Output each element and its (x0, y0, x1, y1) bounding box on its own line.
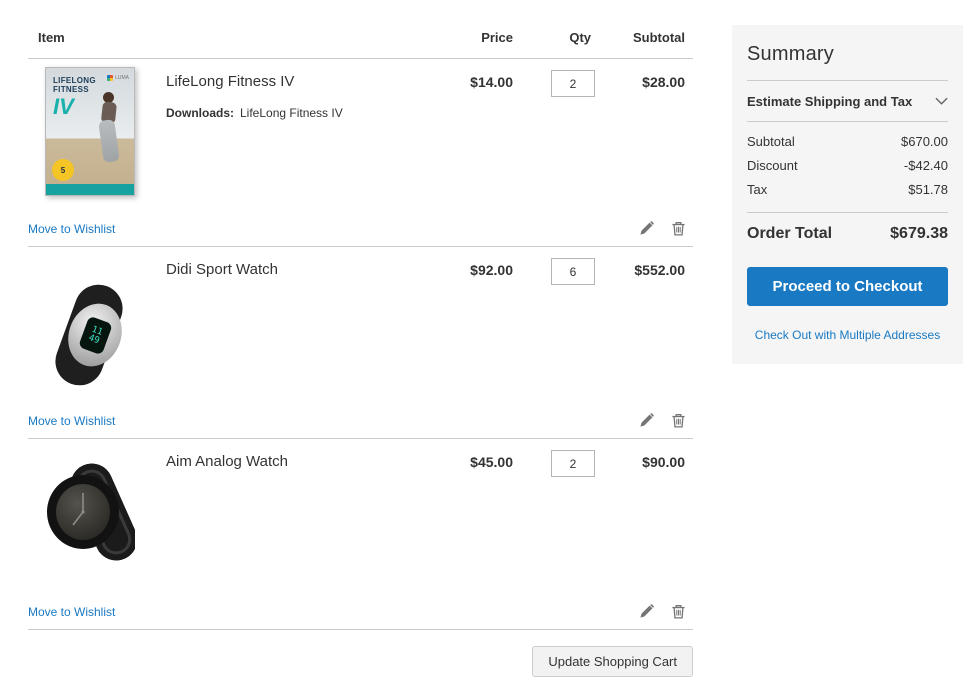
chevron-down-icon (935, 92, 948, 110)
summary-title: Summary (747, 43, 834, 65)
tax-row: Tax $51.78 (747, 182, 948, 197)
move-to-wishlist-link[interactable]: Move to Wishlist (28, 222, 115, 236)
discount-value: -$42.40 (903, 158, 948, 173)
qty-input[interactable] (551, 70, 595, 97)
item-price: $14.00 (470, 74, 513, 90)
edit-item-icon[interactable] (639, 604, 654, 619)
item-subtotal: $552.00 (634, 262, 685, 278)
option-label: Downloads: (166, 106, 234, 120)
dvd-badge: 5 (52, 159, 74, 181)
watch-hands (72, 493, 85, 526)
sport-watch-art: 11 49 (45, 281, 135, 389)
estimate-shipping-toggle[interactable]: Estimate Shipping and Tax (747, 80, 948, 122)
product-image-didi-sport-watch: 11 49 (28, 255, 166, 409)
item-subtotal: $28.00 (642, 74, 685, 90)
order-total-row: Order Total $679.38 (747, 212, 948, 245)
discount-row: Discount -$42.40 (747, 158, 948, 173)
order-summary-panel: Summary Estimate Shipping and Tax Subtot… (732, 25, 963, 364)
remove-item-icon[interactable] (671, 221, 686, 236)
totals-table: Subtotal $670.00 Discount -$42.40 Tax $5… (747, 122, 948, 212)
item-subtotal: $90.00 (642, 454, 685, 470)
dvd-title-text: LIFELONG FITNESS (53, 76, 96, 94)
option-value: LifeLong Fitness IV (240, 106, 343, 120)
dvd-cover-art: LUMA LIFELONG FITNESS IV 5 (45, 67, 135, 196)
shopping-cart-table: Item Price Qty Subtotal LUMA LIFELONG FI… (28, 30, 693, 677)
product-options: Downloads: LifeLong Fitness IV (166, 106, 413, 120)
tax-value: $51.78 (908, 182, 948, 197)
remove-item-icon[interactable] (671, 413, 686, 428)
subtotal-value: $670.00 (901, 134, 948, 149)
qty-input[interactable] (551, 450, 595, 477)
product-name: Aim Analog Watch (166, 453, 288, 470)
subtotal-row: Subtotal $670.00 (747, 134, 948, 149)
item-price: $45.00 (470, 454, 513, 470)
dvd-iv-text: IV (53, 94, 74, 119)
analog-watch-art (45, 457, 135, 567)
cart-item-lifelong-fitness: LUMA LIFELONG FITNESS IV 5 LifeLong Fitn… (28, 59, 693, 247)
qty-cell (513, 67, 597, 217)
luma-logo-mark (107, 75, 114, 81)
multiple-addresses-link[interactable]: Check Out with Multiple Addresses (747, 328, 948, 342)
column-header-price: Price (481, 30, 513, 45)
product-name: Didi Sport Watch (166, 261, 278, 278)
qty-cell (513, 255, 597, 409)
column-header-subtotal: Subtotal (633, 30, 685, 45)
item-price: $92.00 (470, 262, 513, 278)
move-to-wishlist-link[interactable]: Move to Wishlist (28, 414, 115, 428)
dvd-bottom-strip (46, 184, 134, 195)
column-header-item: Item (38, 30, 65, 45)
edit-item-icon[interactable] (639, 413, 654, 428)
product-image-aim-analog-watch (28, 447, 166, 600)
qty-cell (513, 447, 597, 600)
update-shopping-cart-button[interactable]: Update Shopping Cart (532, 646, 693, 677)
product-name: LifeLong Fitness IV (166, 73, 295, 90)
cart-item-aim-analog-watch: Aim Analog Watch $45.00 $90.00 Move to W… (28, 439, 693, 630)
move-to-wishlist-link[interactable]: Move to Wishlist (28, 605, 115, 619)
qty-input[interactable] (551, 258, 595, 285)
column-header-qty: Qty (569, 30, 591, 45)
order-total-value: $679.38 (890, 225, 948, 242)
product-image-lifelong-fitness: LUMA LIFELONG FITNESS IV 5 (28, 67, 166, 217)
proceed-to-checkout-button[interactable]: Proceed to Checkout (747, 267, 948, 306)
luma-logo: LUMA (107, 75, 129, 81)
edit-item-icon[interactable] (639, 221, 654, 236)
cart-table-header: Item Price Qty Subtotal (28, 30, 693, 59)
remove-item-icon[interactable] (671, 604, 686, 619)
cart-item-didi-sport-watch: 11 49 Didi Sport Watch $92.00 $552.00 Mo… (28, 247, 693, 439)
